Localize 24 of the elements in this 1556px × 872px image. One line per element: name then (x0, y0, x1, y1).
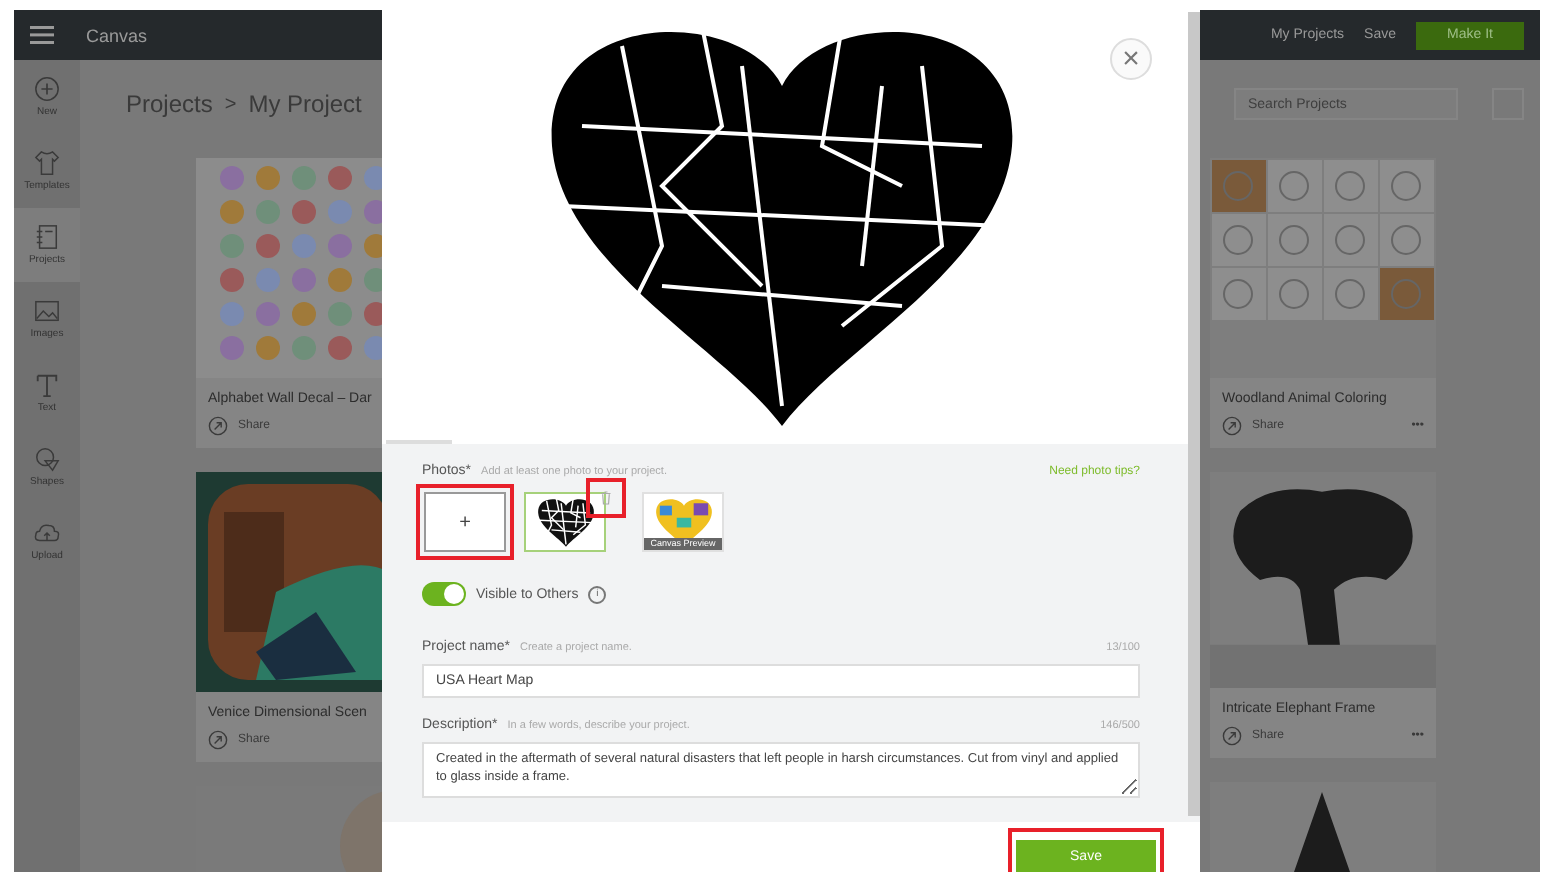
cloud-upload-icon (34, 520, 60, 546)
photo-thumbnail[interactable] (524, 492, 606, 552)
shapes-icon (34, 446, 60, 472)
shirt-icon (34, 150, 60, 176)
app-title: Canvas (86, 25, 148, 45)
close-button[interactable]: × (1110, 38, 1152, 80)
share-icon[interactable] (1222, 726, 1242, 746)
highlight-box (586, 478, 626, 518)
breadcrumb-separator: > (224, 93, 237, 115)
share-icon[interactable] (208, 416, 228, 436)
menu-icon[interactable] (30, 26, 54, 44)
scrollbar[interactable] (1188, 12, 1200, 816)
trash-icon[interactable] (600, 490, 612, 506)
highlight-box (416, 484, 514, 560)
image-icon (34, 298, 60, 324)
toggle-switch[interactable] (422, 582, 466, 606)
share-icon[interactable] (1222, 416, 1242, 436)
plus-icon (34, 76, 60, 102)
breadcrumb-current: My Project (248, 90, 362, 118)
add-photo-button[interactable]: + (424, 492, 506, 552)
breadcrumb-link[interactable]: Projects (126, 90, 213, 118)
letter-icon (34, 372, 60, 398)
share-icon[interactable] (208, 730, 228, 750)
notebook-icon (34, 224, 60, 250)
